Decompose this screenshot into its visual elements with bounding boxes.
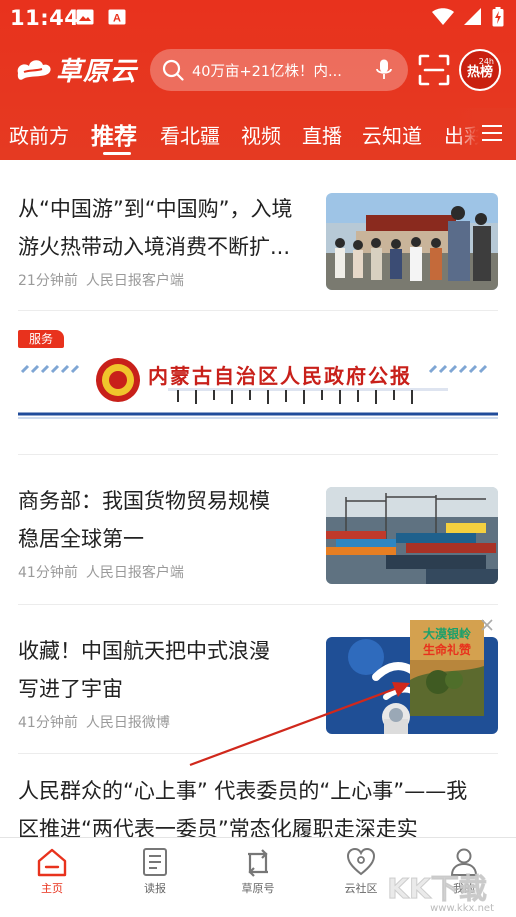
gov-gazette-banner[interactable]: 内蒙古自治区人民政府公报: [18, 350, 498, 419]
tab-kanbeijiang[interactable]: 看北疆: [160, 120, 220, 149]
heart-people-icon: [346, 847, 376, 876]
status-bar: 11:44 A: [0, 0, 516, 36]
scan-icon[interactable]: [418, 54, 450, 86]
tab-recommend[interactable]: 推荐: [91, 117, 137, 151]
service-tag: 服务: [18, 330, 64, 348]
list-item[interactable]: 从“中国游”到“中国购”，入境 游火热带动入境消费不断扩... 21分钟前 人民日报…: [18, 190, 498, 300]
microphone-icon[interactable]: [376, 59, 392, 81]
hot-badge: 24h: [478, 57, 494, 66]
logo-text: 草原云: [56, 56, 138, 87]
banner-title: 内蒙古自治区人民政府公报: [148, 364, 412, 388]
divider: [18, 753, 498, 754]
svg-text:A: A: [113, 13, 121, 25]
pdf-app-icon: A: [108, 9, 126, 25]
app-screen: 11:44 A 草原云 40万亩+21亿株！内... 24h 热榜 政前方 推荐…: [0, 0, 516, 917]
nav-grassland-account-label: 草原号: [241, 882, 275, 895]
news-time: 41分钟前: [18, 715, 78, 731]
home-icon: [37, 848, 67, 877]
app-header: 11:44 A 草原云 40万亩+21亿株！内... 24h 热榜 政前方 推荐…: [0, 0, 516, 160]
nav-read-paper[interactable]: 读报: [115, 846, 195, 896]
news-title: 人民群众的“心上事” 代表委员的“上心事”——我 区推进“两代表一委员”常态化履职…: [18, 779, 468, 837]
list-item[interactable]: 商务部：我国货物贸易规模 稳居全球第一 41分钟前 人民日报客户端: [18, 482, 498, 592]
news-thumbnail[interactable]: [326, 487, 498, 584]
nav-home-label: 主页: [41, 882, 63, 895]
logo-cloud-icon: [17, 60, 51, 80]
divider: [18, 310, 498, 311]
svg-text:KK下载: KK下载: [387, 872, 486, 905]
search-placeholder: 40万亩+21亿株！内...: [192, 63, 342, 80]
search-icon: [162, 59, 184, 81]
news-time: 21分钟前: [18, 273, 78, 289]
battery-charging-icon: [492, 7, 504, 27]
float-ad-line2: 生命礼赞: [423, 642, 471, 657]
tab-zhengqianfang[interactable]: 政前方: [9, 120, 69, 149]
tab-video[interactable]: 视频: [241, 120, 281, 149]
list-item[interactable]: 人民群众的“心上事” 代表委员的“上心事”——我 区推进“两代表一委员”常态化履职…: [18, 772, 498, 837]
status-time: 11:44: [10, 6, 80, 30]
news-time: 41分钟前: [18, 565, 78, 581]
channel-tabs: 政前方 推荐 看北疆 视频 直播 云知道 出彩: [0, 108, 516, 160]
nav-read-paper-label: 读报: [144, 882, 166, 895]
watermark-url: www.kkx.net: [430, 903, 494, 914]
close-icon[interactable]: [480, 618, 494, 632]
tab-live[interactable]: 直播: [302, 120, 342, 149]
news-thumbnail[interactable]: [326, 193, 498, 290]
active-tab-indicator: [103, 152, 131, 155]
news-feed[interactable]: 从“中国游”到“中国购”，入境 游火热带动入境消费不断扩... 21分钟前 人民日报…: [0, 160, 516, 837]
floating-ad[interactable]: 大漠银岭 生命礼赞: [410, 620, 484, 716]
channel-menu-icon[interactable]: [482, 125, 502, 141]
float-ad-line1: 大漠银岭: [423, 626, 471, 641]
app-logo[interactable]: 草原云: [14, 49, 142, 89]
hot-list-button[interactable]: 24h 热榜: [459, 49, 501, 91]
divider: [18, 604, 498, 605]
gallery-icon: [76, 9, 94, 25]
newspaper-icon: [143, 848, 167, 876]
news-source: 人民日报微博: [85, 715, 170, 731]
tab-yunzhidao[interactable]: 云知道: [362, 120, 422, 149]
repeat-icon: [248, 849, 268, 877]
wifi-icon: [432, 8, 454, 25]
news-source: 人民日报客户端: [85, 273, 184, 289]
search-bar[interactable]: 40万亩+21亿株！内...: [150, 49, 408, 91]
nav-home[interactable]: 主页: [12, 846, 92, 896]
signal-icon: [464, 8, 481, 25]
news-source: 人民日报客户端: [85, 565, 184, 581]
divider: [18, 454, 498, 455]
nav-grassland-account[interactable]: 草原号: [218, 846, 298, 896]
